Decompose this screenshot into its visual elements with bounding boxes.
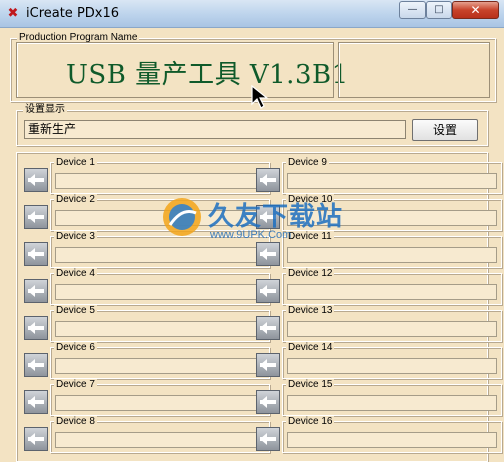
device-status-icon — [24, 279, 48, 303]
device-slot: Device 1 — [50, 157, 270, 194]
device-status-field — [55, 321, 265, 337]
device-status-icon — [24, 353, 48, 377]
program-side-panel — [338, 42, 490, 98]
title-bar[interactable]: ✖ iCreate PDx16 — □ ✕ — [0, 0, 504, 28]
device-label: Device 5 — [54, 305, 97, 316]
device-label: Device 2 — [54, 194, 97, 205]
device-status-icon — [256, 168, 280, 192]
device-status-field — [55, 284, 265, 300]
device-status-icon — [24, 205, 48, 229]
device-status-field — [55, 173, 265, 189]
device-slot: Device 6 — [50, 342, 270, 379]
app-icon: ✖ — [7, 6, 19, 21]
program-title: USB 量产工具 V1.3B1 — [66, 60, 349, 90]
device-label: Device 3 — [54, 231, 97, 242]
device-status-icon — [24, 242, 48, 266]
minimize-button[interactable]: — — [399, 1, 426, 19]
device-slot: Device 16 — [282, 416, 502, 453]
device-status-icon — [256, 316, 280, 340]
device-slot: Device 14 — [282, 342, 502, 379]
watermark-text: 久友下载站 — [208, 202, 344, 232]
device-status-icon — [256, 427, 280, 451]
device-label: Device 13 — [286, 305, 335, 316]
device-status-field — [287, 432, 497, 448]
watermark-logo-icon — [163, 198, 201, 236]
maximize-button[interactable]: □ — [426, 1, 452, 19]
device-status-field — [55, 432, 265, 448]
device-slot: Device 13 — [282, 305, 502, 342]
device-slot: Device 11 — [282, 231, 502, 268]
device-status-icon — [24, 316, 48, 340]
device-label: Device 9 — [286, 157, 329, 168]
device-status-icon — [256, 390, 280, 414]
device-status-field — [287, 395, 497, 411]
device-label: Device 15 — [286, 379, 335, 390]
device-status-icon — [24, 168, 48, 192]
window-title: iCreate PDx16 — [26, 6, 120, 21]
watermark-url: www.9UPK.Com — [210, 229, 292, 241]
device-slot: Device 7 — [50, 379, 270, 416]
device-status-field — [287, 173, 497, 189]
device-label: Device 8 — [54, 416, 97, 427]
device-status-icon — [256, 242, 280, 266]
settings-group-label: 设置显示 — [23, 104, 67, 116]
device-label: Device 1 — [54, 157, 97, 168]
device-slot: Device 15 — [282, 379, 502, 416]
device-status-field — [287, 321, 497, 337]
device-label: Device 12 — [286, 268, 335, 279]
device-label: Device 4 — [54, 268, 97, 279]
device-status-field — [287, 247, 497, 263]
device-status-icon — [24, 427, 48, 451]
mouse-cursor-icon — [251, 84, 269, 109]
settings-display-field: 重新生产 — [24, 120, 406, 139]
device-slot: Device 8 — [50, 416, 270, 453]
device-status-icon — [256, 353, 280, 377]
device-status-field — [287, 284, 497, 300]
device-status-icon — [24, 390, 48, 414]
device-status-field — [287, 358, 497, 374]
device-slot: Device 4 — [50, 268, 270, 305]
device-status-field — [55, 247, 265, 263]
device-label: Device 14 — [286, 342, 335, 353]
device-label: Device 16 — [286, 416, 335, 427]
device-label: Device 7 — [54, 379, 97, 390]
device-status-icon — [256, 279, 280, 303]
device-slot: Device 5 — [50, 305, 270, 342]
settings-button[interactable]: 设置 — [412, 119, 478, 141]
device-slot: Device 12 — [282, 268, 502, 305]
device-label: Device 6 — [54, 342, 97, 353]
device-status-field — [55, 358, 265, 374]
device-slot: Device 9 — [282, 157, 502, 194]
device-status-field — [55, 395, 265, 411]
close-button[interactable]: ✕ — [452, 1, 499, 19]
